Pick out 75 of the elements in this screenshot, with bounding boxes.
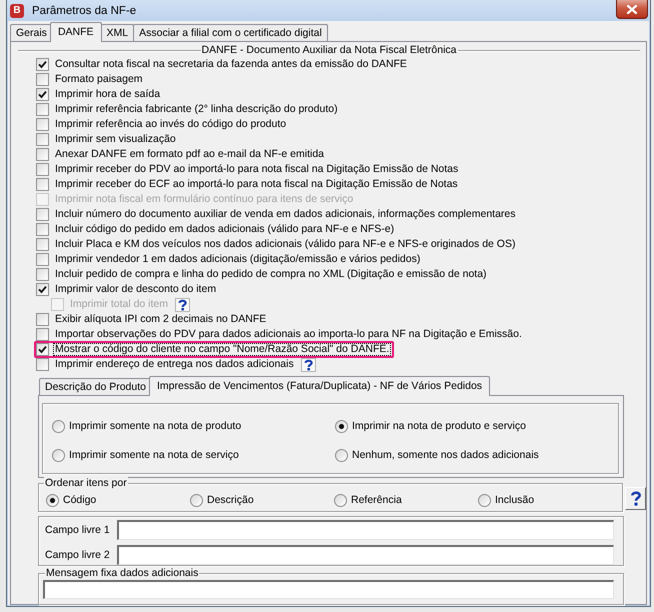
tab[interactable]: Gerais: [10, 24, 53, 41]
checkbox[interactable]: [36, 268, 49, 281]
field-label: Campo livre 1: [45, 524, 111, 536]
checkbox[interactable]: [36, 283, 49, 296]
checkbox[interactable]: [36, 88, 49, 101]
checkbox-label[interactable]: Exibir alíquota IPI com 2 decimais no DANFE: [53, 313, 268, 326]
app-logo: B: [10, 4, 24, 18]
checkbox[interactable]: [36, 328, 49, 341]
field-label: Campo livre 2: [45, 548, 111, 562]
input-field[interactable]: [117, 545, 614, 565]
checkbox-label[interactable]: Imprimir vendedor 1 em dados adicionais (digitação/emissão e vários pedidos): [53, 253, 422, 266]
radio-label[interactable]: Código: [63, 494, 96, 506]
checkbox-label[interactable]: Formato paisagem: [53, 73, 145, 86]
close-icon: [627, 4, 637, 14]
checkbox-label[interactable]: Imprimir referência fabricante (2° linha descrição do produto): [53, 103, 340, 116]
radio-button[interactable]: [335, 448, 348, 462]
tab[interactable]: XML: [100, 24, 134, 41]
checkbox[interactable]: [36, 313, 49, 326]
tab[interactable]: DANFE: [50, 22, 102, 42]
checkbox-label[interactable]: Incluir Placa e KM dos veículos nos dados adicionais (válido para NF-e e NFS-e originados de OS): [53, 238, 518, 251]
group-title: Ordenar itens por: [44, 477, 128, 490]
checkbox-label[interactable]: Importar observações do PDV para dados adicionais ao importa-lo para NF na Digitação e Emissão.: [53, 328, 524, 341]
checkbox[interactable]: [36, 103, 49, 116]
checkbox[interactable]: [36, 358, 49, 371]
radio-button[interactable]: [52, 448, 65, 462]
radio-button[interactable]: [52, 420, 65, 432]
radio-button[interactable]: [334, 494, 347, 506]
radio-button[interactable]: [46, 494, 59, 506]
checkbox[interactable]: [36, 343, 49, 356]
tab[interactable]: Descrição do Produto: [39, 378, 152, 395]
tab[interactable]: Associar a filial com o certificado digital: [133, 24, 328, 41]
radio-button[interactable]: [478, 494, 491, 506]
checkbox[interactable]: [36, 178, 49, 191]
checkbox[interactable]: [36, 238, 49, 251]
input-field[interactable]: [43, 580, 614, 599]
checkbox[interactable]: [36, 223, 49, 236]
window-title: Parâmetros da NF-e: [32, 4, 136, 18]
checkbox[interactable]: [36, 253, 49, 266]
radio-label[interactable]: Nenhum, somente nos dados adicionais: [352, 448, 539, 462]
help-button[interactable]: [625, 487, 646, 510]
checkbox-label[interactable]: Incluir número do documento auxiliar de venda em dados adicionais, informações complementares: [53, 208, 518, 221]
checkbox[interactable]: [36, 208, 49, 221]
checkbox-label[interactable]: Mostrar o código do cliente no campo "Nome/Razão Social" do DANFE.: [53, 343, 392, 356]
input-field[interactable]: [117, 520, 614, 540]
checkbox[interactable]: [36, 58, 49, 71]
checkbox[interactable]: [36, 133, 49, 146]
help-icon[interactable]: [300, 358, 316, 372]
radio-label[interactable]: Imprimir somente na nota de serviço: [69, 448, 239, 462]
checkbox-label[interactable]: Anexar DANFE em formato pdf ao e-mail da NF-e emitida: [53, 148, 326, 161]
checkbox[interactable]: [36, 163, 49, 176]
radio-button[interactable]: [335, 420, 348, 432]
checkbox-label[interactable]: Imprimir endereço de entrega nos dados adicionais: [53, 358, 296, 371]
checkbox-label[interactable]: Imprimir referência ao invés do código do produto: [53, 118, 288, 131]
checkbox-label[interactable]: Imprimir valor de desconto do item: [53, 283, 218, 296]
radio-label[interactable]: Referência: [351, 494, 402, 506]
checkbox-label[interactable]: Imprimir sem visualização: [53, 133, 178, 146]
group-title: DANFE - Documento Auxiliar da Nota Fiscal Eletrônica: [200, 44, 458, 57]
radio-label[interactable]: Inclusão: [495, 494, 534, 506]
close-button[interactable]: [616, 0, 648, 19]
checkbox-label[interactable]: Imprimir receber do PDV ao importá-lo para nota fiscal na Digitação Emissão de Notas: [53, 163, 460, 176]
radio-button[interactable]: [190, 494, 203, 506]
checkbox[interactable]: [36, 73, 49, 86]
group-title: Mensagem fixa dados adicionais: [45, 567, 200, 580]
checkbox-label[interactable]: Incluir código do pedido em dados adicionais (válido para NF-e e NFS-e): [53, 223, 396, 236]
checkbox-label[interactable]: Imprimir hora de saída: [53, 88, 162, 101]
checkbox[interactable]: [36, 148, 49, 161]
radio-label[interactable]: Descrição: [207, 494, 254, 506]
checkbox-label[interactable]: Imprimir receber do ECF ao importá-lo para nota fiscal na Digitação Emissão de Notas: [53, 178, 460, 191]
checkbox[interactable]: [36, 118, 49, 131]
tab[interactable]: Impressão de Vencimentos (Fatura/Duplicata) - NF de Vários Pedidos: [148, 376, 490, 396]
radio-label[interactable]: Imprimir somente na nota de produto: [69, 420, 242, 432]
checkbox-label[interactable]: Consultar nota fiscal na secretaria da fazenda antes da emissão do DANFE: [53, 58, 409, 71]
radio-label[interactable]: Imprimir na nota de produto e serviço: [352, 420, 526, 432]
help-icon: [630, 491, 640, 506]
checkbox-label[interactable]: Incluir pedido de compra e linha do pedido de compra no XML (Digitação e emissão de nota): [53, 268, 489, 281]
